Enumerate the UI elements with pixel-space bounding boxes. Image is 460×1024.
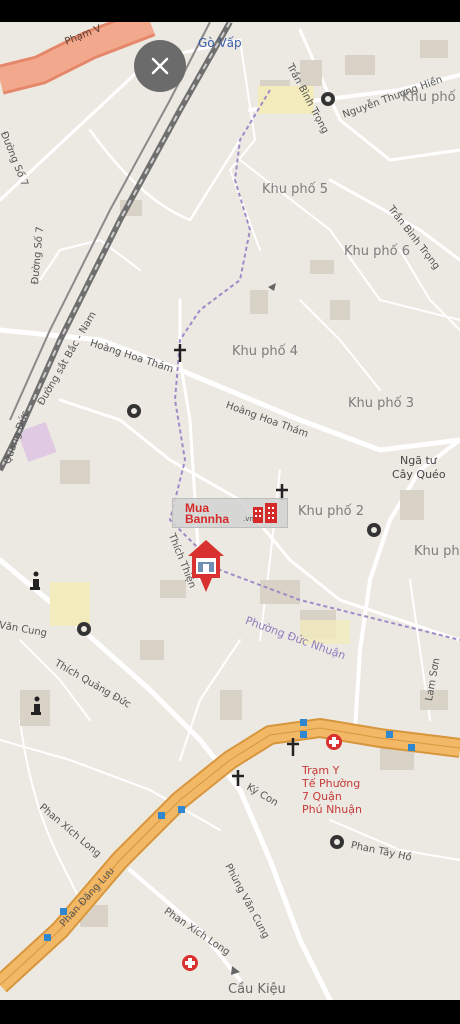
- bus-stop-icon: [44, 934, 51, 941]
- system-navigation-bar: [0, 1000, 460, 1024]
- area-label-khu-pho-2: Khu phố 2: [298, 504, 364, 519]
- map-viewport[interactable]: Phạm V Gò Vấp Trần Bình Trọng Nguyễn Thư…: [0, 22, 460, 1000]
- temple-icon: [330, 835, 344, 849]
- close-icon: [151, 57, 169, 75]
- bus-stop-icon: [386, 731, 393, 738]
- area-label-khu-pho-top-right: Khu phố: [402, 90, 456, 105]
- area-label-khu-pho-6: Khu phố 6: [344, 244, 410, 259]
- house-pin-icon[interactable]: [186, 538, 226, 594]
- watermark-logo: Mua Bannha .vn: [172, 498, 288, 528]
- hospital-label: Trạm Y Tế Phường 7 Quận Phú Nhuận: [302, 764, 362, 816]
- temple-icon: [127, 404, 141, 418]
- hospital-icon: [326, 734, 342, 750]
- area-label-khu-pho-5: Khu phố 5: [262, 182, 328, 197]
- hospital-icon: [182, 955, 198, 971]
- watermark-building-icon: [253, 503, 277, 523]
- area-label-khu-pho-3: Khu phố 3: [348, 396, 414, 411]
- watermark-line2: Bannha: [185, 512, 230, 526]
- area-label-nga-tu-1: Ngã tư: [400, 454, 437, 467]
- church-icon: [174, 344, 186, 362]
- area-label-nga-tu-2: Cây Quéo: [392, 468, 446, 481]
- temple-icon: [77, 622, 91, 636]
- bus-stop-icon: [158, 812, 165, 819]
- temple-icon: [367, 523, 381, 537]
- close-button[interactable]: [134, 40, 186, 92]
- info-icon: [30, 571, 40, 590]
- buildings: [20, 40, 448, 927]
- bus-stop-icon: [408, 744, 415, 751]
- street-label-cau-kieu: Cầu Kiệu: [228, 982, 286, 997]
- district-label-go-vap: Gò Vấp: [198, 36, 242, 50]
- area-label-khu-pho-right: Khu phố: [414, 544, 460, 559]
- bus-stop-icon: [300, 719, 307, 726]
- bus-stop-icon: [178, 806, 185, 813]
- one-way-arrow: [268, 283, 276, 291]
- landuse-school: [50, 582, 90, 626]
- temple-icon: [321, 92, 335, 106]
- area-label-khu-pho-4: Khu phố 4: [232, 344, 298, 359]
- bus-stop-icon: [300, 731, 307, 738]
